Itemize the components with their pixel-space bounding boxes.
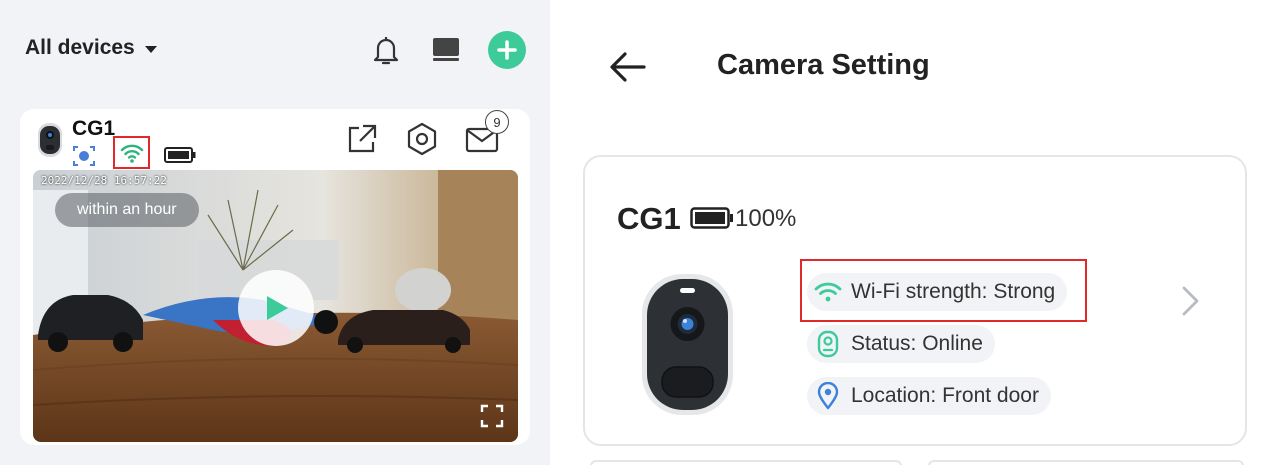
option-card[interactable] — [590, 460, 902, 465]
caret-down-icon — [144, 45, 157, 53]
play-button[interactable] — [238, 270, 314, 346]
device-filter-dropdown[interactable]: All devices — [25, 36, 157, 60]
play-icon — [267, 296, 288, 320]
share-icon[interactable] — [343, 121, 379, 157]
notification-badge: 9 — [485, 110, 509, 134]
add-device-button[interactable] — [488, 31, 526, 69]
device-filter-label: All devices — [25, 36, 135, 59]
back-arrow-icon[interactable] — [608, 50, 648, 84]
app-root: All devices CG1 9 2022/12/28 16:57:22 wi… — [0, 0, 1280, 465]
wifi-strength-highlight — [800, 259, 1087, 322]
video-timestamp: 2022/12/28 16:57:22 — [41, 174, 167, 187]
option-card[interactable] — [928, 460, 1244, 465]
camera-thumbnail-icon — [37, 122, 63, 158]
device-list-panel: All devices CG1 9 2022/12/28 16:57:22 wi… — [0, 0, 550, 465]
location-text: Location: Front door — [851, 384, 1039, 407]
monitor-icon[interactable] — [428, 32, 464, 68]
page-title: Camera Setting — [717, 49, 930, 81]
location-row: Location: Front door — [807, 377, 1051, 415]
recency-label: within an hour — [55, 193, 199, 227]
settings-icon[interactable] — [404, 121, 440, 157]
fullscreen-icon[interactable] — [480, 404, 504, 428]
device-name: CG1 — [72, 117, 116, 140]
battery-icon — [164, 147, 196, 163]
status-row: Status: Online — [807, 325, 995, 363]
battery-percentage: 100% — [735, 205, 797, 232]
live-preview[interactable]: 2022/12/28 16:57:22 within an hour — [33, 170, 518, 442]
wifi-status-highlight[interactable] — [113, 136, 150, 169]
battery-icon — [690, 207, 734, 229]
camera-name: CG1 — [617, 201, 681, 236]
camera-setting-panel: Camera Setting CG1 100% Wi-Fi strength: … — [550, 0, 1280, 465]
camera-info-card[interactable]: CG1 100% Wi-Fi strength: Strong Status: … — [583, 155, 1247, 446]
plus-icon — [497, 40, 517, 60]
status-camera-icon — [813, 329, 843, 359]
device-card[interactable]: CG1 9 2022/12/28 16:57:22 within an hour — [20, 109, 530, 445]
camera-device-image — [640, 272, 735, 417]
face-detect-icon — [72, 144, 96, 168]
location-pin-icon — [813, 381, 843, 411]
wifi-icon — [120, 144, 143, 163]
top-bar: All devices — [0, 0, 550, 100]
bell-icon[interactable] — [368, 32, 404, 68]
chevron-right-icon[interactable] — [1179, 285, 1201, 317]
status-text: Status: Online — [851, 332, 983, 355]
